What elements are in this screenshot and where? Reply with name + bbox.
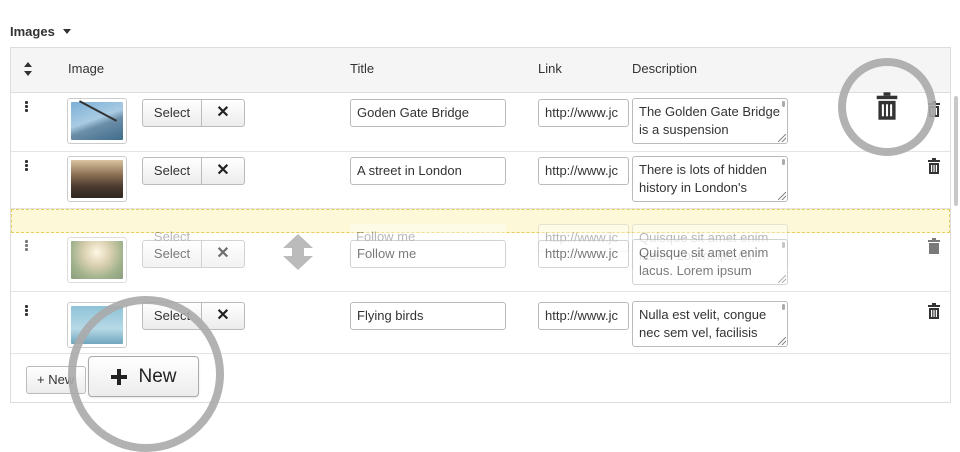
select-image-button[interactable]: Select <box>142 99 202 127</box>
trash-icon[interactable] <box>927 303 941 319</box>
image-thumbnail <box>67 156 127 202</box>
column-header-link: Link <box>538 61 562 76</box>
select-image-button[interactable]: Select <box>142 157 202 185</box>
description-textarea[interactable]: Nulla est velit, congue nec sem vel, fac… <box>632 301 788 347</box>
description-text: The Golden Gate Bridge is a suspension <box>639 104 780 137</box>
scrollbar[interactable] <box>954 96 958 206</box>
description-textarea[interactable]: There is lots of hidden history in Londo… <box>632 156 788 202</box>
remove-image-button[interactable]: ✕ <box>201 240 245 268</box>
new-button-zoom[interactable]: New <box>88 356 199 397</box>
column-header-description: Description <box>632 61 698 76</box>
description-text: There is lots of hidden history in Londo… <box>639 162 767 195</box>
link-input[interactable]: http://www.jc <box>538 157 629 185</box>
column-header-title: Title <box>350 61 375 76</box>
table-row: Select ✕ A street in London http://www.j… <box>11 152 950 209</box>
link-input[interactable]: http://www.jc <box>538 302 629 330</box>
image-thumbnail <box>67 98 127 144</box>
title-input[interactable]: A street in London <box>350 157 506 185</box>
move-vertical-icon <box>283 234 313 270</box>
dragged-row[interactable]: Select Follow me http://www.jc Quisque s… <box>11 224 950 292</box>
plus-icon <box>111 368 128 385</box>
trash-icon[interactable] <box>927 238 941 254</box>
remove-image-button[interactable]: ✕ <box>201 157 245 185</box>
section-title: Images <box>10 24 55 39</box>
table-row: Select ✕ Goden Gate Bridge http://www.jc… <box>11 93 950 152</box>
title-input[interactable]: Follow me <box>350 240 506 268</box>
column-header-image: Image <box>68 61 105 76</box>
section-header[interactable]: Images <box>10 24 71 39</box>
trash-icon[interactable] <box>875 92 899 120</box>
drag-handle-icon[interactable] <box>25 305 29 317</box>
description-text: Quisque sit amet enim lacus. Lorem ipsum <box>639 245 769 278</box>
select-image-button[interactable]: Select <box>142 240 202 268</box>
table-header: Image Title Link Description <box>11 48 950 93</box>
remove-image-button[interactable]: ✕ <box>201 99 245 127</box>
trash-icon[interactable] <box>927 158 941 174</box>
description-textarea[interactable]: Quisque sit amet enim lacus. Lorem ipsum <box>632 239 788 285</box>
drag-handle-icon[interactable] <box>25 240 29 252</box>
drag-handle-icon[interactable] <box>25 160 29 172</box>
title-input[interactable]: Flying birds <box>350 302 506 330</box>
caret-down-icon <box>62 29 71 34</box>
image-thumbnail <box>67 237 127 283</box>
description-text: Nulla est velit, congue nec sem vel, fac… <box>639 307 767 340</box>
description-textarea[interactable]: The Golden Gate Bridge is a suspension <box>632 98 788 144</box>
sort-icon[interactable] <box>23 60 33 78</box>
link-input[interactable]: http://www.jc <box>538 99 629 127</box>
link-input[interactable]: http://www.jc <box>538 240 629 268</box>
new-button-label: New <box>138 365 177 387</box>
drag-handle-icon[interactable] <box>25 101 29 113</box>
title-input[interactable]: Goden Gate Bridge <box>350 99 506 127</box>
